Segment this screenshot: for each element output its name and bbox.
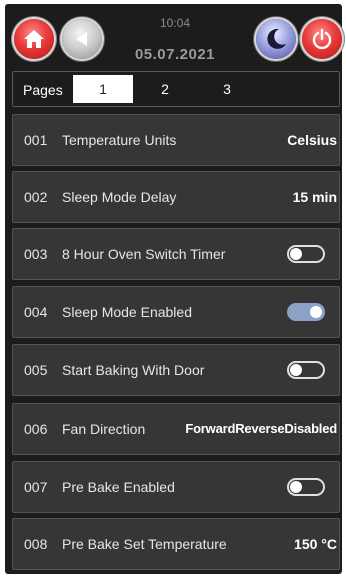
setting-row-sleep-mode-delay[interactable]: 002 Sleep Mode Delay 15 min [12,171,340,223]
setting-row-8-hour-oven-switch-timer[interactable]: 003 8 Hour Oven Switch Timer [12,228,340,280]
moon-icon [267,28,286,49]
setting-label: Pre Bake Enabled [62,479,175,495]
setting-number: 007 [24,479,48,495]
setting-number: 008 [24,536,48,552]
setting-value[interactable]: Celsius [287,115,337,165]
toggle-switch[interactable] [287,478,325,496]
setting-label: Start Baking With Door [62,362,205,378]
setting-label: Sleep Mode Delay [62,189,177,205]
setting-row-start-baking-with-door[interactable]: 005 Start Baking With Door [12,344,340,396]
setting-row-temperature-units[interactable]: 001 Temperature Units Celsius [12,114,340,166]
setting-row-fan-direction[interactable]: 006 Fan Direction ForwardReverseDisabled [12,403,340,455]
toggle-knob [290,364,302,376]
setting-number: 003 [24,246,48,262]
toggle-knob [310,306,322,318]
toggle-knob [290,481,302,493]
toggle-switch[interactable] [287,245,325,263]
setting-value[interactable]: ForwardReverseDisabled [185,404,337,454]
sleep-mode-button[interactable] [256,19,296,59]
back-button[interactable] [62,19,102,59]
setting-row-sleep-mode-enabled[interactable]: 004 Sleep Mode Enabled [12,286,340,338]
toggle-knob [290,248,302,260]
setting-label: 8 Hour Oven Switch Timer [62,246,226,262]
home-icon [24,30,44,48]
setting-label: Sleep Mode Enabled [62,304,192,320]
setting-row-pre-bake-enabled[interactable]: 007 Pre Bake Enabled [12,461,340,513]
pages-label: Pages [23,82,63,98]
back-arrow-icon [76,32,87,46]
setting-label: Temperature Units [62,132,177,148]
toggle-switch[interactable] [287,303,325,321]
page-tab-1[interactable]: 1 [73,75,133,103]
app-screen: 10:04 05.07.2021 Pages 1 2 3 001 Tempera… [5,4,342,574]
power-button[interactable] [302,19,342,59]
setting-label: Fan Direction [62,421,146,437]
setting-number: 004 [24,304,48,320]
setting-row-pre-bake-set-temperature[interactable]: 008 Pre Bake Set Temperature 150 °C [12,518,340,570]
setting-value[interactable]: 15 min [293,172,337,222]
setting-value[interactable]: 150 °C [294,519,337,569]
power-icon [312,28,332,50]
setting-label: Pre Bake Set Temperature [62,536,227,552]
date-display: 05.07.2021 [134,46,216,63]
home-button[interactable] [14,19,54,59]
setting-number: 006 [24,421,48,437]
setting-number: 002 [24,189,48,205]
setting-number: 005 [24,362,48,378]
page-tab-3[interactable]: 3 [197,75,257,103]
clock-time: 10:04 [159,16,191,30]
pages-bar: Pages 1 2 3 [12,71,340,107]
toggle-switch[interactable] [287,361,325,379]
page-tab-2[interactable]: 2 [135,75,195,103]
setting-number: 001 [24,132,48,148]
